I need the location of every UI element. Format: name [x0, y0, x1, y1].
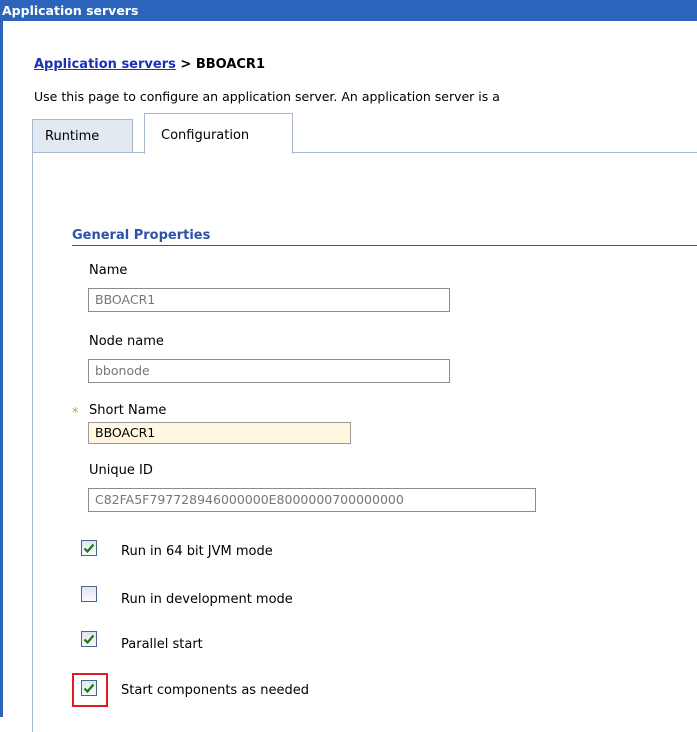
required-star-icon: * — [72, 406, 79, 421]
name-field[interactable]: BBOACR1 — [88, 288, 450, 312]
node-name-field[interactable]: bbonode — [88, 359, 450, 383]
tab-runtime-label: Runtime — [45, 129, 100, 144]
check-icon — [83, 634, 95, 645]
run-64bit-jvm-checkbox[interactable] — [81, 540, 97, 556]
tab-runtime[interactable]: Runtime — [32, 119, 133, 152]
tab-configuration-label: Configuration — [161, 128, 250, 143]
breadcrumb-current: BBOACR1 — [195, 57, 265, 72]
breadcrumb-separator: > — [175, 57, 196, 72]
parallel-start-label: Parallel start — [121, 637, 203, 652]
parallel-start-checkbox[interactable] — [81, 631, 97, 647]
unique-id-field[interactable]: C82FA5F797728946000000E8000000700000000 — [88, 488, 536, 512]
breadcrumb-link-application-servers[interactable]: Application servers — [34, 57, 176, 72]
check-icon — [83, 543, 95, 554]
window-title-bar: Application servers — [0, 0, 697, 21]
breadcrumb: Application servers > BBOACR1 — [34, 57, 265, 72]
window-title: Application servers — [2, 3, 139, 18]
unique-id-label: Unique ID — [89, 463, 153, 478]
run-development-mode-label: Run in development mode — [121, 592, 293, 607]
general-properties-heading: General Properties — [72, 228, 211, 243]
highlight-annotation-box — [72, 673, 108, 707]
run-64bit-jvm-label: Run in 64 bit JVM mode — [121, 544, 273, 559]
frame-left-border — [0, 21, 3, 717]
short-name-label: Short Name — [89, 403, 167, 418]
short-name-field[interactable]: BBOACR1 — [88, 422, 351, 444]
start-components-as-needed-label: Start components as needed — [121, 683, 309, 698]
name-label: Name — [89, 263, 128, 278]
run-development-mode-checkbox[interactable] — [81, 586, 97, 602]
page-description: Use this page to configure an applicatio… — [34, 89, 500, 104]
section-divider — [72, 245, 697, 246]
tab-configuration[interactable]: Configuration — [144, 113, 293, 154]
node-name-label: Node name — [89, 334, 164, 349]
